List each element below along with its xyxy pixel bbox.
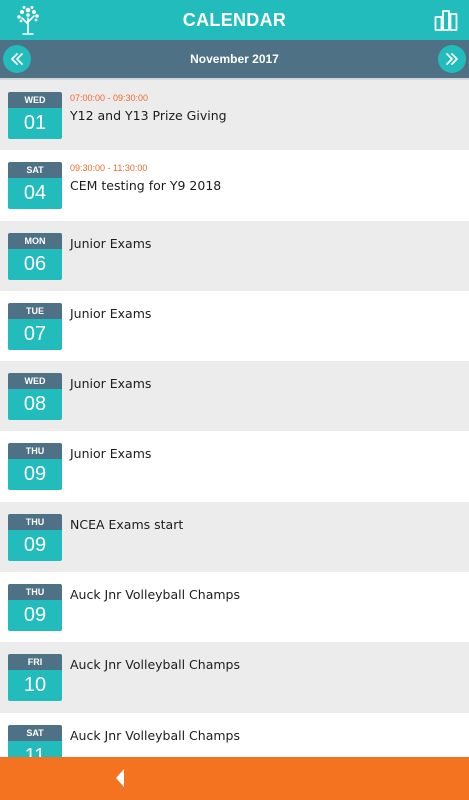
event-info: Auck Jnr Volleyball Champs <box>70 725 240 743</box>
event-info: Junior Exams <box>70 303 151 321</box>
date-badge: THU 09 <box>8 584 62 632</box>
event-info: Junior Exams <box>70 373 151 391</box>
event-title: Y12 and Y13 Prize Giving <box>70 108 227 123</box>
day-number: 11 <box>8 740 62 757</box>
event-row[interactable]: THU 09 Junior Exams <box>0 431 469 502</box>
event-info: 07:00:00 - 09:30:00 Y12 and Y13 Prize Gi… <box>70 92 227 123</box>
weekday-label: THU <box>8 584 62 601</box>
event-info: Auck Jnr Volleyball Champs <box>70 654 240 672</box>
day-number: 09 <box>8 600 62 632</box>
event-title: Junior Exams <box>70 376 152 392</box>
weekday-label: WED <box>8 373 62 390</box>
event-row[interactable]: MON 06 Junior Exams <box>0 220 469 291</box>
event-title: Junior Exams <box>70 235 152 251</box>
date-badge: FRI 10 <box>8 654 62 702</box>
date-badge: SAT 11 <box>8 724 62 757</box>
event-info: Junior Exams <box>70 233 151 251</box>
event-row[interactable]: THU 09 Auck Jnr Volleyball Champs <box>0 572 469 643</box>
weekday-label: WED <box>8 92 62 108</box>
bottom-bar <box>0 757 469 800</box>
double-chevron-right-icon <box>446 53 458 65</box>
back-arrow-icon[interactable] <box>113 768 127 788</box>
date-badge: THU 09 <box>8 443 62 491</box>
event-row[interactable]: THU 09 NCEA Exams start <box>0 501 469 573</box>
day-number: 04 <box>8 178 62 210</box>
event-row[interactable]: FRI 10 Auck Jnr Volleyball Champs <box>0 642 469 713</box>
event-info: NCEA Exams start <box>70 514 183 532</box>
event-title: Junior Exams <box>70 305 152 321</box>
page-title: CALENDAR <box>182 9 287 30</box>
date-badge: TUE 07 <box>8 302 62 350</box>
event-info: 09:30:00 - 11:30:00 CEM testing for Y9 2… <box>70 162 221 193</box>
event-title: Junior Exams <box>70 446 152 462</box>
weekday-label: SAT <box>8 724 62 741</box>
event-row[interactable]: WED 01 07:00:00 - 09:30:00 Y12 and Y13 P… <box>0 80 469 151</box>
weekday-label: SAT <box>8 162 62 179</box>
current-month-label: November 2017 <box>190 52 279 66</box>
event-time: 07:00:00 - 09:30:00 <box>70 93 149 103</box>
day-number: 09 <box>8 529 62 561</box>
day-number: 06 <box>8 248 62 280</box>
weekday-label: THU <box>8 513 62 530</box>
day-number: 08 <box>8 389 62 421</box>
day-number: 10 <box>8 670 62 702</box>
weekday-label: TUE <box>8 302 62 319</box>
date-badge: SAT 04 <box>8 162 62 210</box>
weekday-label: FRI <box>8 654 62 671</box>
event-list[interactable]: WED 01 07:00:00 - 09:30:00 Y12 and Y13 P… <box>0 78 469 757</box>
date-badge: MON 06 <box>8 232 62 280</box>
event-row[interactable]: TUE 07 Junior Exams <box>0 290 469 362</box>
date-badge: WED 08 <box>8 373 62 421</box>
event-title: Auck Jnr Volleyball Champs <box>70 587 240 603</box>
app-header: CALENDAR <box>0 0 469 40</box>
month-navigation: November 2017 <box>0 40 469 78</box>
event-title: Auck Jnr Volleyball Champs <box>70 657 240 673</box>
double-chevron-left-icon <box>11 53 23 65</box>
buildings-icon[interactable] <box>434 9 458 31</box>
event-info: Junior Exams <box>70 443 151 461</box>
next-month-button[interactable] <box>438 45 466 73</box>
event-title: Auck Jnr Volleyball Champs <box>70 727 240 743</box>
event-row[interactable]: SAT 04 09:30:00 - 11:30:00 CEM testing f… <box>0 150 469 221</box>
day-number: 09 <box>8 459 62 491</box>
event-title: NCEA Exams start <box>70 516 184 532</box>
date-badge: THU 09 <box>8 513 62 561</box>
weekday-label: MON <box>8 232 62 249</box>
day-number: 07 <box>8 318 62 350</box>
previous-month-button[interactable] <box>3 45 31 73</box>
day-number: 01 <box>8 108 62 139</box>
event-title: CEM testing for Y9 2018 <box>70 178 222 194</box>
event-info: Auck Jnr Volleyball Champs <box>70 584 240 602</box>
event-row[interactable]: SAT 11 Auck Jnr Volleyball Champs <box>0 712 469 757</box>
tree-logo-icon[interactable] <box>12 4 44 36</box>
date-badge: WED 01 <box>8 92 62 139</box>
event-row[interactable]: WED 08 Junior Exams <box>0 361 469 432</box>
weekday-label: THU <box>8 443 62 460</box>
event-time: 09:30:00 - 11:30:00 <box>70 163 148 174</box>
